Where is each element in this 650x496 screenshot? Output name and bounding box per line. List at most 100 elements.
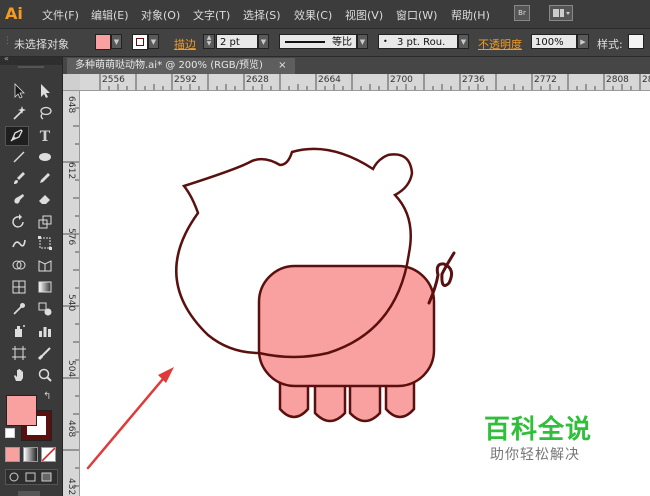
- pig-body[interactable]: [257, 264, 436, 388]
- default-colors-icon[interactable]: [5, 428, 15, 438]
- mesh-tool-icon[interactable]: [7, 279, 31, 299]
- menu-type[interactable]: 文字(T): [193, 7, 230, 23]
- blob-brush-tool-icon[interactable]: [7, 191, 31, 211]
- menu-effect[interactable]: 效果(C): [294, 7, 332, 23]
- document-tab-bar: 多种萌萌哒动物.ai* @ 200% (RGB/预览) ×: [63, 57, 650, 74]
- brush-label: 3 pt. Rou.: [397, 37, 446, 48]
- variable-width-profile[interactable]: 等比: [279, 34, 357, 49]
- drawing-mode-group: [5, 469, 58, 485]
- tools-grip: [18, 66, 44, 68]
- gradient-mode-icon[interactable]: [23, 447, 38, 462]
- vertical-ruler[interactable]: 648 612 576 540 504 468 432: [63, 90, 80, 496]
- opacity-input[interactable]: 100%: [531, 34, 577, 49]
- scale-tool-icon[interactable]: [33, 214, 57, 234]
- vruler-label: 540: [66, 294, 76, 312]
- hruler-label: 2844: [642, 75, 650, 85]
- menu-help[interactable]: 帮助(H): [451, 7, 490, 23]
- column-graph-tool-icon[interactable]: [33, 323, 57, 343]
- selection-status: 未选择对象: [14, 38, 69, 51]
- watermark-title: 百科全说: [484, 415, 593, 445]
- vruler-label: 576: [66, 228, 76, 246]
- close-tab-icon[interactable]: ×: [278, 60, 286, 71]
- pencil-tool-icon[interactable]: [33, 170, 57, 190]
- brush-dot-icon: •: [383, 37, 388, 46]
- hruler-label: 2736: [462, 75, 485, 85]
- opacity-slider-toggle[interactable]: ▶: [577, 34, 589, 49]
- blend-tool-icon[interactable]: [33, 301, 57, 321]
- menu-object[interactable]: 对象(O): [141, 7, 180, 23]
- bridge-button[interactable]: Br: [514, 5, 530, 21]
- paintbrush-tool-icon[interactable]: [7, 170, 31, 190]
- watermark-subtitle: 助你轻松解决: [490, 447, 580, 463]
- collapse-icon[interactable]: «: [4, 54, 9, 63]
- none-mode-icon[interactable]: [41, 447, 56, 462]
- fill-dropdown[interactable]: ▼: [111, 34, 122, 49]
- fill-swatch[interactable]: [95, 34, 111, 50]
- slice-tool-icon[interactable]: [33, 345, 57, 365]
- direct-selection-tool-icon[interactable]: [33, 83, 57, 103]
- red-arrow-annotation: [86, 367, 174, 470]
- menu-view[interactable]: 视图(V): [345, 7, 383, 23]
- stroke-weight-stepper[interactable]: ▲ ▼: [203, 34, 215, 49]
- vruler-label: 504: [66, 360, 76, 378]
- selection-tool-icon[interactable]: [7, 83, 31, 103]
- style-swatch[interactable]: [628, 34, 644, 49]
- pig-tail[interactable]: [427, 251, 456, 305]
- hruler-label: 2808: [606, 75, 629, 85]
- gradient-tool-icon[interactable]: [33, 279, 57, 299]
- lasso-tool-icon[interactable]: [33, 105, 57, 125]
- brush-dropdown[interactable]: ▼: [458, 34, 469, 49]
- ruler-origin[interactable]: [63, 74, 80, 90]
- symbol-sprayer-tool-icon[interactable]: [7, 323, 31, 343]
- magic-wand-tool-icon[interactable]: [7, 105, 31, 125]
- ellipse-tool-icon[interactable]: [33, 149, 57, 169]
- menu-edit[interactable]: 编辑(E): [91, 7, 129, 23]
- stroke-weight-dropdown[interactable]: ▼: [258, 34, 269, 49]
- hand-tool-icon[interactable]: [7, 367, 31, 387]
- artboard-tool-icon[interactable]: [7, 345, 31, 365]
- stroke-swatch-inner: [136, 38, 144, 46]
- document-tab[interactable]: 多种萌萌哒动物.ai* @ 200% (RGB/预览) ×: [67, 58, 295, 74]
- line-segment-tool-icon[interactable]: [7, 149, 31, 169]
- vruler-label: 612: [66, 162, 76, 180]
- opacity-label[interactable]: 不透明度: [478, 36, 522, 52]
- stroke-swatch[interactable]: [132, 34, 148, 50]
- menu-select[interactable]: 选择(S): [243, 7, 281, 23]
- free-transform-tool-icon[interactable]: [33, 235, 57, 255]
- grid-icon: [553, 9, 570, 17]
- stroke-label[interactable]: 描边: [174, 36, 196, 52]
- eyedropper-tool-icon[interactable]: [7, 301, 31, 321]
- warp-tool-icon[interactable]: [7, 235, 31, 255]
- hruler-label: 2664: [318, 75, 341, 85]
- arrange-documents-button[interactable]: [549, 5, 573, 21]
- pen-tool-icon[interactable]: [5, 126, 29, 146]
- shape-builder-tool-icon[interactable]: [7, 257, 31, 277]
- brush-definition[interactable]: • 3 pt. Rou.: [378, 34, 458, 49]
- profile-label: 等比: [332, 37, 352, 48]
- app-logo: Ai: [5, 4, 23, 23]
- hruler-label: 2772: [534, 75, 557, 85]
- rotate-tool-icon[interactable]: [7, 214, 31, 234]
- fill-color-box-front[interactable]: [6, 395, 37, 426]
- screen-mode-icon[interactable]: [18, 491, 40, 496]
- document-tab-title: 多种萌萌哒动物.ai* @ 200% (RGB/预览): [75, 60, 263, 71]
- vruler-label: 432: [66, 478, 76, 496]
- hruler-label: 2700: [390, 75, 413, 85]
- stroke-weight-input[interactable]: 2 pt: [216, 34, 258, 49]
- menu-window[interactable]: 窗口(W): [396, 7, 437, 23]
- hruler-label: 2592: [174, 75, 197, 85]
- perspective-grid-tool-icon[interactable]: [33, 257, 57, 277]
- vruler-label: 468: [66, 420, 76, 438]
- menu-file[interactable]: 文件(F): [42, 7, 79, 23]
- horizontal-ruler-ticks: [99, 74, 641, 90]
- horizontal-ruler[interactable]: 2556 2592 2628 2664 2700 2736 2772 2808 …: [80, 74, 650, 91]
- swap-colors-icon[interactable]: ↰: [43, 391, 51, 402]
- eraser-tool-icon[interactable]: [33, 191, 57, 211]
- style-label: 样式:: [597, 38, 623, 51]
- zoom-tool-icon[interactable]: [33, 367, 57, 387]
- drawing-modes-icon[interactable]: [6, 470, 57, 484]
- type-tool-icon[interactable]: T: [33, 127, 57, 147]
- stroke-dropdown[interactable]: ▼: [148, 34, 159, 49]
- color-mode-icon[interactable]: [5, 447, 20, 462]
- profile-dropdown[interactable]: ▼: [357, 34, 368, 49]
